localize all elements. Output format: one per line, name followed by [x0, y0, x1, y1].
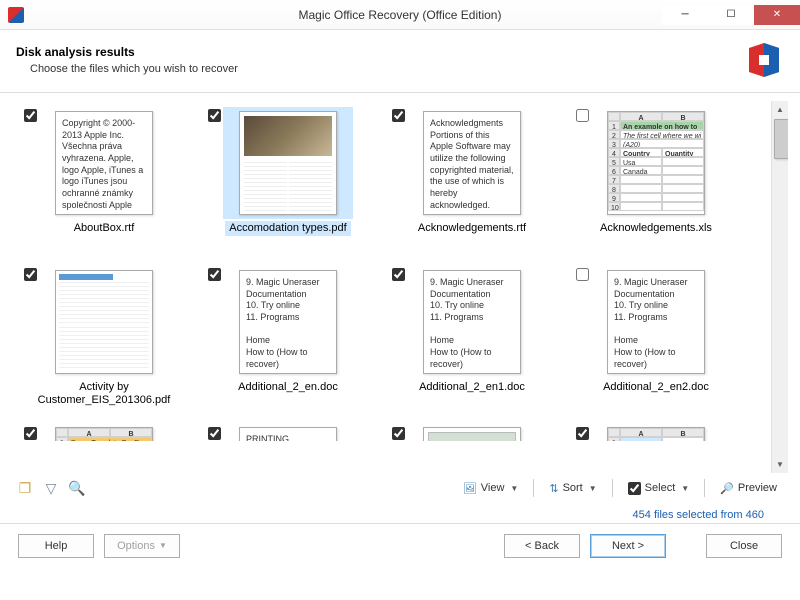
file-name: Additional_2_en2.doc — [599, 380, 713, 395]
status-text: 454 files selected from 460 — [12, 503, 788, 523]
back-button[interactable]: < Back — [504, 534, 580, 558]
preview-label: Preview — [738, 482, 777, 494]
window-titlebar: Magic Office Recovery (Office Edition) ─… — [0, 0, 800, 30]
chevron-down-icon: ▼ — [589, 484, 597, 493]
file-checkbox[interactable] — [208, 427, 221, 440]
separator — [533, 479, 534, 497]
file-checkbox[interactable] — [24, 109, 37, 122]
select-button[interactable]: Select ▼ — [621, 479, 697, 498]
file-thumbnail[interactable]: 9. Magic Uneraser Documentation10. Try o… — [223, 266, 353, 378]
file-checkbox[interactable] — [392, 109, 405, 122]
filter-icon[interactable]: ▽ — [42, 479, 60, 497]
file-name: Additional_2_en1.doc — [415, 380, 529, 395]
brand-icon — [744, 40, 784, 80]
sort-button[interactable]: ⇅Sort▼ — [542, 479, 603, 498]
page-title: Disk analysis results — [16, 45, 744, 59]
file-name: Accomodation types.pdf — [225, 221, 350, 236]
file-item[interactable]: AB1Demo Template For R2 — [14, 421, 194, 443]
file-name: AboutBox.rtf — [70, 221, 139, 236]
file-checkbox[interactable] — [24, 427, 37, 440]
close-button[interactable]: Close — [706, 534, 782, 558]
file-checkbox[interactable] — [208, 268, 221, 281]
file-checkbox[interactable] — [576, 109, 589, 122]
file-checkbox[interactable] — [24, 268, 37, 281]
page-subtitle: Choose the files which you wish to recov… — [30, 63, 744, 75]
file-checkbox[interactable] — [576, 427, 589, 440]
select-checkbox-icon — [628, 482, 641, 495]
chevron-down-icon: ▼ — [159, 541, 167, 550]
sort-label: Sort — [563, 482, 583, 494]
file-thumbnail[interactable]: AB1Demo Template For R2 — [39, 425, 169, 441]
file-item[interactable]: 9. Magic Uneraser Documentation10. Try o… — [566, 262, 746, 417]
file-item[interactable]: Activity by Customer_EIS_201306.pdf — [14, 262, 194, 417]
window-minimize-button[interactable]: ─ — [662, 5, 708, 25]
options-label: Options — [117, 540, 155, 552]
file-thumbnail[interactable]: 9. Magic Uneraser Documentation10. Try o… — [591, 266, 721, 378]
file-checkbox[interactable] — [392, 268, 405, 281]
file-thumbnail[interactable] — [223, 107, 353, 219]
view-label: View — [481, 482, 505, 494]
file-thumbnail[interactable]: Acknowledgments Portions of this Apple S… — [407, 107, 537, 219]
wizard-header: Disk analysis results Choose the files w… — [0, 30, 800, 93]
file-item[interactable]: AB123 — [566, 421, 746, 443]
file-thumbnail[interactable]: PRINTING, PREVIEWING AND — [223, 425, 353, 441]
file-item[interactable]: Acknowledgments Portions of this Apple S… — [382, 103, 562, 258]
scrollbar[interactable]: ▲ ▼ — [771, 101, 788, 473]
footer: Help Options ▼ < Back Next > Close — [0, 523, 800, 567]
file-item[interactable]: 9. Magic Uneraser Documentation10. Try o… — [382, 262, 562, 417]
file-checkbox[interactable] — [392, 427, 405, 440]
separator — [704, 479, 705, 497]
app-icon — [8, 7, 24, 23]
file-thumbnail[interactable]: 9. Magic Uneraser Documentation10. Try o… — [407, 266, 537, 378]
file-thumbnail[interactable]: Copyright © 2000-2013 Apple Inc. Všechna… — [39, 107, 169, 219]
file-thumbnail[interactable] — [407, 425, 537, 441]
options-button[interactable]: Options ▼ — [104, 534, 180, 558]
scroll-down-icon[interactable]: ▼ — [772, 456, 788, 473]
file-thumbnail[interactable] — [39, 266, 169, 378]
file-item[interactable]: AB 1An example on how to 2The first cell… — [566, 103, 746, 258]
file-item[interactable]: Copyright © 2000-2013 Apple Inc. Všechna… — [14, 103, 194, 258]
scroll-up-icon[interactable]: ▲ — [772, 101, 788, 118]
file-thumbnail[interactable]: AB123 — [591, 425, 721, 441]
file-name: Acknowledgements.rtf — [414, 221, 530, 236]
toolbar: ❐ ▽ 🔍 🖼View▼ ⇅Sort▼ Select▼ 🔎Preview — [12, 473, 788, 503]
view-button[interactable]: 🖼View▼ — [456, 479, 526, 498]
chevron-down-icon: ▼ — [510, 484, 518, 493]
stack-icon[interactable]: ❐ — [16, 479, 34, 497]
file-thumbnail[interactable]: AB 1An example on how to 2The first cell… — [591, 107, 721, 219]
file-item[interactable] — [382, 421, 562, 443]
help-button[interactable]: Help — [18, 534, 94, 558]
file-checkbox[interactable] — [208, 109, 221, 122]
file-grid[interactable]: Copyright © 2000-2013 Apple Inc. Všechna… — [12, 101, 771, 473]
separator — [612, 479, 613, 497]
preview-button[interactable]: 🔎Preview — [713, 479, 784, 498]
window-maximize-button[interactable]: ☐ — [708, 5, 754, 25]
file-name: Activity by Customer_EIS_201306.pdf — [19, 380, 189, 408]
magnify-icon[interactable]: 🔍 — [68, 479, 86, 497]
file-item[interactable]: PRINTING, PREVIEWING AND — [198, 421, 378, 443]
next-button[interactable]: Next > — [590, 534, 666, 558]
window-close-button[interactable]: ✕ — [754, 5, 800, 25]
file-item[interactable]: Accomodation types.pdf — [198, 103, 378, 258]
file-name: Additional_2_en.doc — [234, 380, 342, 395]
scrollbar-thumb[interactable] — [774, 119, 788, 159]
file-item[interactable]: 9. Magic Uneraser Documentation10. Try o… — [198, 262, 378, 417]
file-name: Acknowledgements.xls — [596, 221, 716, 236]
file-checkbox[interactable] — [576, 268, 589, 281]
chevron-down-icon: ▼ — [681, 484, 689, 493]
select-label: Select — [645, 482, 676, 494]
